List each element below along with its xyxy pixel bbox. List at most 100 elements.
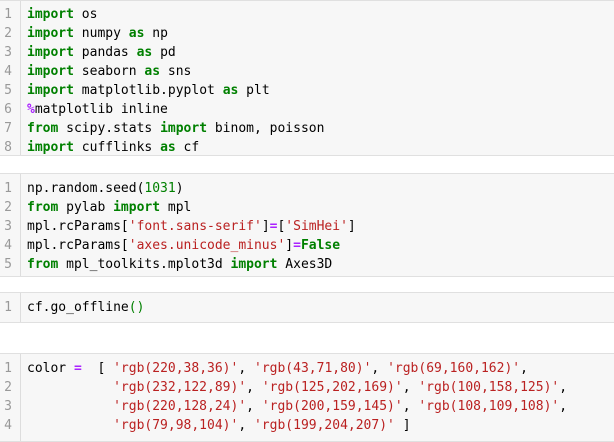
line-number: 4 bbox=[4, 418, 12, 433]
code-token: mpl_toolkits.mplot3d bbox=[58, 257, 231, 272]
code-token: 'rgb(232,122,89)' bbox=[113, 380, 247, 395]
code-token: , bbox=[238, 361, 254, 376]
code-text: import matplotlib.pyplot as plt bbox=[27, 81, 270, 100]
line-number: 3 bbox=[4, 45, 12, 60]
code-token: () bbox=[128, 300, 145, 315]
code-token: ] bbox=[347, 219, 356, 234]
line-number: 4 bbox=[4, 238, 12, 253]
line-number: 2 bbox=[4, 200, 12, 215]
code-text: import pandas as pd bbox=[27, 43, 176, 62]
code-text: from mpl_toolkits.mplot3d import Axes3D bbox=[27, 255, 332, 274]
code-token: 'font.sans-serif' bbox=[128, 219, 262, 234]
code-token: ] bbox=[285, 238, 294, 253]
code-token: import bbox=[27, 45, 74, 60]
code-token: mpl.rcParams[ bbox=[27, 238, 129, 253]
code-token: , bbox=[246, 380, 262, 395]
code-cell-imports[interactable]: 1 import os 2 import numpy as np 3 import pan… bbox=[0, 0, 614, 156]
code-token: 'rgb(100,158,125)' bbox=[418, 380, 560, 395]
line-number: 5 bbox=[4, 257, 12, 272]
code-token: 'rgb(125,202,169)' bbox=[261, 380, 403, 395]
code-token: sns bbox=[160, 64, 192, 79]
code-text: np.random.seed(1031) bbox=[27, 179, 184, 198]
code-token: False bbox=[300, 238, 341, 253]
code-text: mpl.rcParams['axes.unicode_minus']=False bbox=[27, 236, 340, 255]
code-token: from bbox=[27, 121, 59, 136]
line-number: 1 bbox=[4, 300, 12, 315]
code-token: as bbox=[222, 83, 239, 98]
line-number: 1 bbox=[4, 7, 12, 22]
code-token: import bbox=[27, 64, 74, 79]
code-token: numpy bbox=[73, 26, 129, 41]
code-token: from bbox=[27, 257, 59, 272]
code-text: 'rgb(79,98,104)', 'rgb(199,204,207)' ] bbox=[27, 416, 410, 435]
code-token: , bbox=[246, 399, 262, 414]
code-token: 'axes.unicode_minus' bbox=[128, 238, 286, 253]
line-number: 2 bbox=[4, 26, 12, 41]
code-token: matplotlib.pyplot bbox=[73, 83, 223, 98]
code-cell-go-offline[interactable]: 1 cf.go_offline() bbox=[0, 292, 614, 323]
code-token: plt bbox=[238, 83, 270, 98]
code-token: 'rgb(108,109,108)' bbox=[418, 399, 560, 414]
code-token: pd bbox=[152, 45, 176, 60]
code-text: from pylab import mpl bbox=[27, 198, 191, 217]
code-token: 'rgb(43,71,80)' bbox=[254, 361, 372, 376]
code-token: import bbox=[27, 26, 74, 41]
line-number: 4 bbox=[4, 64, 12, 79]
code-token: % bbox=[27, 102, 35, 117]
code-cell-colors[interactable]: 1 color = [ 'rgb(220,38,36)', 'rgb(43,71,… bbox=[0, 353, 614, 442]
code-token: ) bbox=[175, 181, 184, 196]
code-token: cf.go_offline bbox=[27, 300, 129, 315]
code-token: 1031 bbox=[144, 181, 176, 196]
code-text: import os bbox=[27, 5, 97, 24]
code-token: import bbox=[27, 140, 74, 155]
code-token: scipy.stats bbox=[58, 121, 161, 136]
code-token: 'rgb(220,38,36)' bbox=[113, 361, 239, 376]
code-token: = bbox=[73, 361, 82, 376]
code-token: as bbox=[160, 140, 176, 155]
code-token: 'rgb(199,204,207)' bbox=[253, 418, 395, 433]
code-token: np.random.seed( bbox=[27, 181, 145, 196]
code-token: import bbox=[27, 83, 74, 98]
code-token: [ bbox=[81, 361, 114, 376]
code-token: 'rgb(220,128,24)' bbox=[113, 399, 247, 414]
line-number: 8 bbox=[4, 140, 12, 155]
code-text: mpl.rcParams['font.sans-serif']=['SimHei… bbox=[27, 217, 356, 236]
code-token: from bbox=[27, 200, 59, 215]
code-token: , bbox=[402, 380, 419, 395]
code-token: as bbox=[136, 45, 153, 60]
code-token: matplotlib inline bbox=[34, 102, 168, 117]
code-token: Axes3D bbox=[277, 257, 333, 272]
code-token: ] bbox=[261, 219, 270, 234]
code-text: from scipy.stats import binom, poisson bbox=[27, 119, 324, 138]
code-text: 'rgb(232,122,89)', 'rgb(125,202,169)', '… bbox=[27, 378, 567, 397]
code-text: %matplotlib inline bbox=[27, 100, 168, 119]
code-token: = bbox=[293, 238, 301, 253]
code-text: 'rgb(220,128,24)', 'rgb(200,159,145)', '… bbox=[27, 397, 567, 416]
code-token: import bbox=[113, 200, 161, 215]
code-token: 'rgb(200,159,145)' bbox=[261, 399, 403, 414]
code-token: color bbox=[27, 361, 74, 376]
line-number: 6 bbox=[4, 102, 12, 117]
code-text: import numpy as np bbox=[27, 24, 168, 43]
line-number: 2 bbox=[4, 380, 12, 395]
line-number: 7 bbox=[4, 121, 12, 136]
code-token: as bbox=[144, 64, 161, 79]
code-token: seaborn bbox=[73, 64, 145, 79]
code-token: binom, poisson bbox=[207, 121, 325, 136]
code-token: cufflinks bbox=[73, 140, 161, 155]
code-token: , bbox=[238, 418, 254, 433]
code-token: pandas bbox=[73, 45, 137, 60]
code-token: import bbox=[27, 7, 74, 22]
line-number: 5 bbox=[4, 83, 12, 98]
code-token: 'SimHei' bbox=[285, 219, 348, 234]
code-token: os bbox=[73, 7, 98, 22]
code-text: import seaborn as sns bbox=[27, 62, 191, 81]
line-number: 1 bbox=[4, 181, 12, 196]
code-token: 'rgb(69,160,162)' bbox=[387, 361, 521, 376]
code-cell-config[interactable]: 1 np.random.seed(1031) 2 from pylab import … bbox=[0, 173, 614, 277]
line-number: 3 bbox=[4, 219, 12, 234]
code-token: , bbox=[520, 361, 528, 376]
code-text: cf.go_offline() bbox=[27, 298, 144, 317]
